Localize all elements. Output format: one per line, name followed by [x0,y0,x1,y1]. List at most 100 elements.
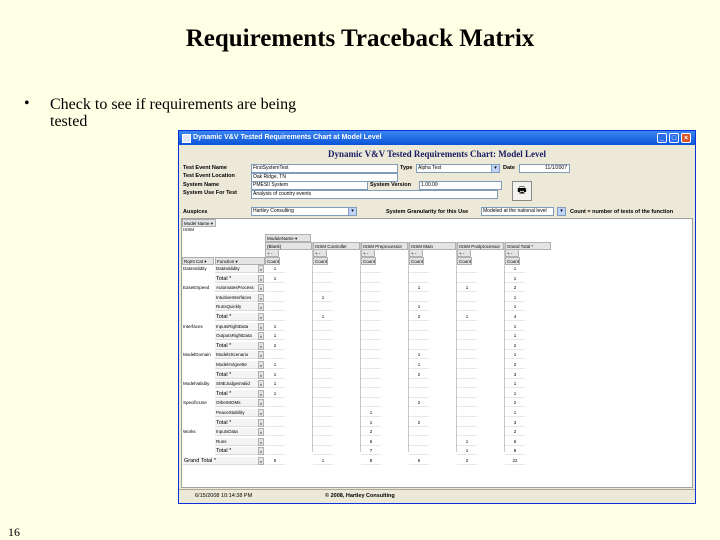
row-category: SpecificUse [183,400,207,406]
granularity-select[interactable]: Modeled at the national level [481,207,554,216]
expand-collapse-icon[interactable]: + - [313,249,327,257]
count-cell [313,351,333,360]
expand-collapse-icon[interactable]: + - [361,249,375,257]
row-function: RunsQuickly [215,303,258,312]
system-name-field[interactable]: PMESII System [251,181,368,190]
count-cell: 1 [505,294,525,302]
count-cell [409,342,429,350]
subtotal-label: Total * [215,389,258,398]
count-cell [265,428,285,437]
rqmt-cat-field-button[interactable]: Rqmt Cat ▾ [182,257,214,265]
expand-collapse-icon[interactable]: + - [505,249,519,257]
row-function: Runs [215,437,258,446]
row-expand-icon[interactable]: ± [258,418,264,427]
count-cell [313,409,333,417]
row-function: InputsRightData [215,322,258,331]
row-function: SMEJudgesValid [215,380,258,389]
count-cell: 6 [505,438,525,446]
system-use-field[interactable]: Analysis of country events [251,190,498,199]
auspices-select[interactable]: Hartley Consulting [251,207,352,216]
count-cell [265,313,285,321]
function-field-button[interactable]: Function ▾ [215,257,265,265]
row-function: ModelsVignette [215,361,258,369]
auspices-dropdown-icon[interactable]: ▾ [348,207,357,216]
row-expand-icon[interactable]: ± [258,399,264,408]
type-dropdown-icon[interactable]: ▾ [491,164,500,173]
row-expand-icon[interactable]: ± [258,428,264,437]
count-cell: 3 [505,419,525,427]
expand-collapse-icon[interactable]: + - [265,249,279,257]
row-category: Works [183,429,196,435]
count-cell: 1 [265,323,285,331]
count-cell [457,399,477,408]
granularity-dropdown-icon[interactable]: ▾ [557,207,566,216]
row-expand-icon[interactable]: ± [258,274,264,283]
row-expand-icon[interactable]: ± [258,313,264,321]
row-category: ModelValidity [183,381,210,387]
row-expand-icon[interactable]: ± [258,457,264,465]
count-cell [361,323,381,331]
count-cell [361,390,381,398]
expand-collapse-icon[interactable]: + - [457,249,471,257]
count-cell: 1 [457,438,477,446]
subtotal-label: Total * [215,274,258,283]
count-cell [265,284,285,293]
pivot-grid[interactable]: Model Name ▾ ISSM ModuleName ▾ (Blank) + … [181,218,693,488]
row-expand-icon[interactable]: ± [258,361,264,369]
row-expand-icon[interactable]: ± [258,447,264,456]
count-cell [313,380,333,389]
row-expand-icon[interactable]: ± [258,351,264,360]
test-event-name-field[interactable]: FirstSystemTest [251,164,398,173]
count-cell: 1 [505,380,525,389]
expand-collapse-icon[interactable]: + - [409,249,423,257]
count-header: Count [361,257,376,265]
count-cell: 1 [313,313,333,321]
row-expand-icon[interactable]: ± [258,370,264,379]
row-expand-icon[interactable]: ± [258,389,264,398]
system-version-field[interactable]: 1.00.00 [419,181,502,190]
count-cell: 1 [265,371,285,379]
count-cell [265,447,285,456]
count-cell: 2 [505,361,525,369]
count-cell [313,438,333,446]
count-cell: 2 [265,342,285,350]
count-header: Count [409,257,424,265]
date-field[interactable]: 11/1/2007 [519,164,570,173]
row-expand-icon[interactable]: ± [258,380,264,389]
count-cell [313,303,333,312]
grand-total-cell: 2 [457,457,477,465]
status-copyright: © 2008, Hartley Consulting [325,493,395,499]
row-expand-icon[interactable]: ± [258,265,264,273]
close-icon[interactable]: × [681,133,691,143]
row-expand-icon[interactable]: ± [258,293,264,302]
count-cell [457,342,477,350]
row-expand-icon[interactable]: ± [258,341,264,350]
count-cell: 1 [457,447,477,456]
print-button[interactable]: 🖶 [512,181,532,201]
count-cell [313,265,333,273]
window-titlebar[interactable]: Dynamic V&V Tested Requirements Chart at… [179,131,695,145]
row-expand-icon[interactable]: ± [258,332,264,341]
grand-total-cell: 22 [505,457,525,465]
row-function: InputsData [215,428,258,437]
count-cell [457,294,477,302]
row-expand-icon[interactable]: ± [258,437,264,446]
count-cell: 1 [505,351,525,360]
subtotal-label: Total * [215,341,258,350]
bullet-text: Check to see if requirements are being t… [50,96,297,130]
count-cell: 2 [505,284,525,293]
grand-total-label: Grand Total * [183,457,258,465]
minimize-icon[interactable]: _ [657,133,667,143]
count-cell: 2 [505,428,525,437]
type-select[interactable]: Alpha Test [416,164,499,173]
module-name-field-button[interactable]: ModuleName ▾ [265,234,311,242]
row-expand-icon[interactable]: ± [258,409,264,417]
maximize-icon[interactable]: □ [669,133,679,143]
count-cell: 3 [505,371,525,379]
row-expand-icon[interactable]: ± [258,303,264,312]
row-expand-icon[interactable]: ± [258,284,264,293]
count-header: Count [313,257,328,265]
count-cell [409,332,429,341]
window-title: Dynamic V&V Tested Requirements Chart at… [193,134,382,141]
row-expand-icon[interactable]: ± [258,322,264,331]
